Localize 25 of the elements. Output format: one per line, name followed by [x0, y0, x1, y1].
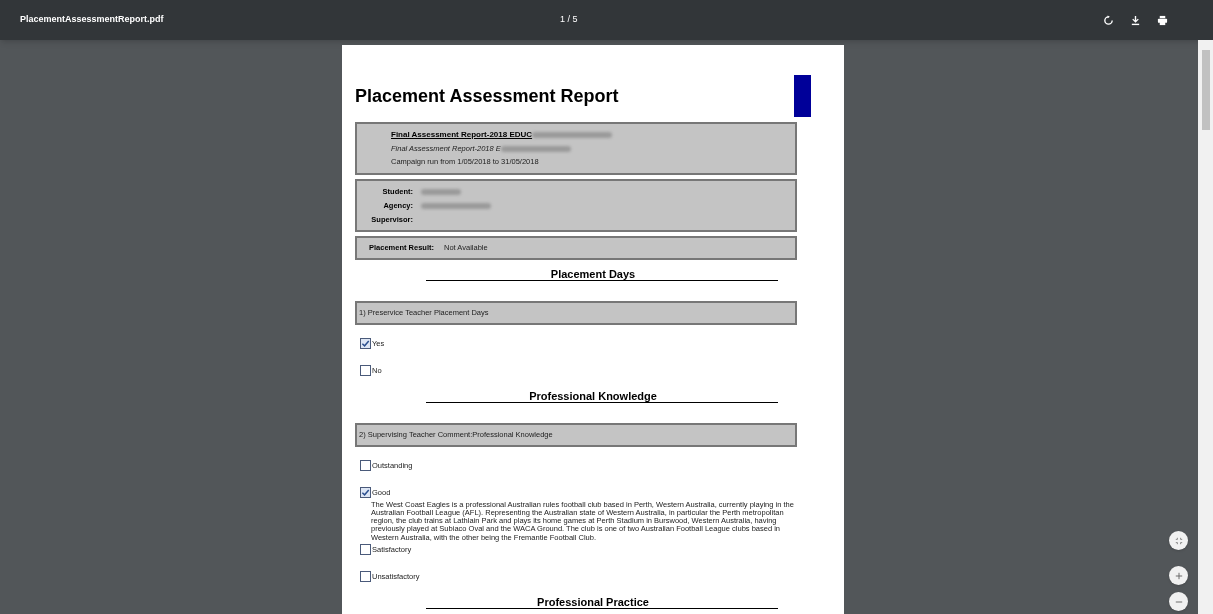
checkbox[interactable]	[360, 571, 371, 583]
checkbox[interactable]	[360, 364, 371, 376]
section-heading: Placement Days	[550, 267, 636, 280]
zoom-out-button[interactable]	[1169, 592, 1188, 611]
download-icon[interactable]	[1130, 14, 1141, 26]
checkbox[interactable]	[360, 460, 371, 472]
page-indicator: 1 / 5	[560, 13, 578, 27]
zoom-in-button[interactable]	[1169, 566, 1188, 585]
redaction-smudge	[500, 145, 571, 152]
file-name: PlacementAssessmentReport.pdf	[20, 13, 165, 27]
scrollbar[interactable]	[1198, 40, 1213, 614]
fit-page-button[interactable]	[1169, 531, 1188, 550]
checkbox[interactable]	[360, 487, 371, 499]
report-title: Placement Assessment Report	[355, 85, 619, 108]
plus-icon	[1174, 571, 1183, 580]
logo-bar	[794, 75, 811, 117]
fit-page-icon	[1174, 536, 1183, 545]
checkbox[interactable]	[360, 544, 371, 556]
section-heading: Professional Practice	[537, 596, 649, 609]
rotate-icon[interactable]	[1103, 14, 1114, 26]
scrollbar-thumb[interactable]	[1201, 50, 1210, 130]
print-icon[interactable]	[1157, 14, 1168, 26]
checkbox[interactable]	[360, 337, 371, 349]
assessment-heading: Final Assessment Report-2018 EDUC	[391, 129, 533, 141]
section-heading: Professional Knowledge	[529, 390, 657, 402]
